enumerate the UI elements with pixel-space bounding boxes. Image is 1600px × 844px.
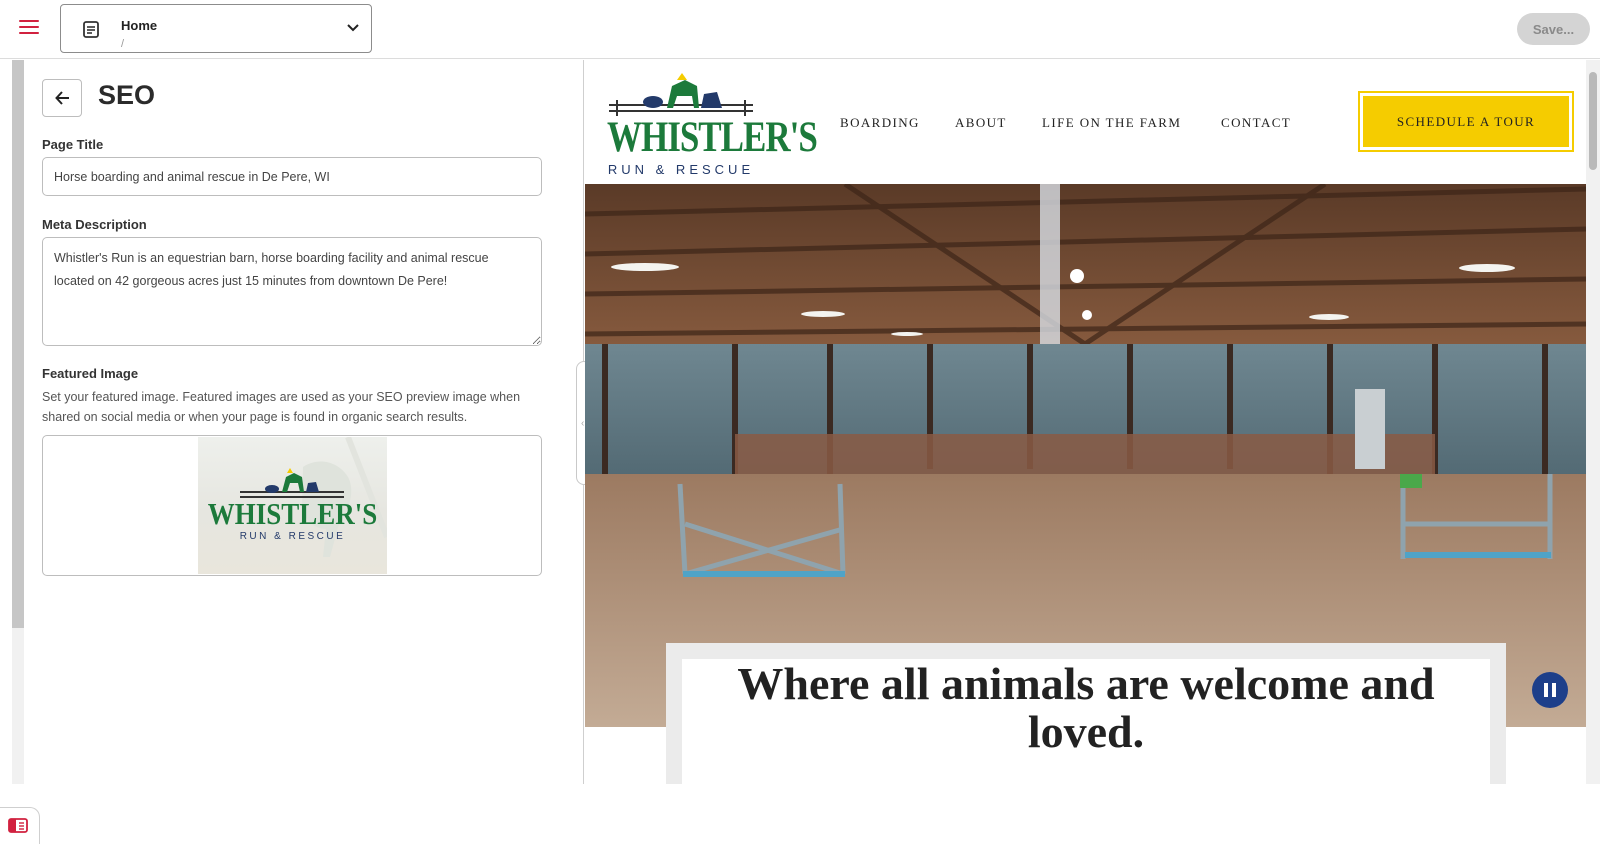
pause-icon — [1544, 683, 1548, 697]
back-button[interactable] — [42, 79, 82, 117]
page-selector-title: Home — [121, 18, 158, 33]
meta-description-label: Meta Description — [42, 217, 147, 232]
page-selector-dropdown[interactable]: Home / — [60, 4, 372, 53]
top-toolbar: Home / Save... — [0, 0, 1600, 59]
hero-headline: Where all animals are welcome and loved. — [737, 658, 1435, 757]
nav-link-boarding[interactable]: BOARDING — [840, 115, 920, 131]
meta-description-textarea[interactable]: Whistler's Run is an equestrian barn, ho… — [42, 237, 542, 346]
site-logo[interactable]: WHISTLER'S RUN & RESCUE — [607, 72, 818, 177]
page-title-input[interactable] — [42, 157, 542, 196]
logo-image: WHISTLER'S RUN & RESCUE — [208, 436, 390, 557]
featured-image-thumbnail: WHISTLER'S RUN & RESCUE — [198, 436, 390, 574]
save-button[interactable]: Save... — [1517, 13, 1590, 45]
panel-scrollbar-thumb[interactable] — [12, 60, 24, 628]
preview-scrollbar-thumb[interactable] — [1589, 72, 1597, 170]
pause-button[interactable] — [1532, 672, 1568, 708]
svg-text:RUN & RESCUE: RUN & RESCUE — [240, 531, 346, 542]
logo-animals-icon — [609, 73, 753, 116]
panel-title: SEO — [98, 80, 156, 110]
logo-subtitle: RUN & RESCUE — [607, 162, 755, 177]
logo-wordmark: WHISTLER'S — [607, 112, 818, 161]
document-icon — [83, 21, 99, 38]
featured-image-label: Featured Image — [42, 366, 139, 381]
sidebar-toggle-button[interactable] — [0, 807, 40, 844]
svg-text:WHISTLER'S: WHISTLER'S — [208, 497, 377, 531]
schedule-tour-button[interactable]: SCHEDULE A TOUR — [1358, 91, 1574, 152]
website-preview: WHISTLER'S RUN & RESCUE BOARDING ABOUT L… — [585, 60, 1600, 784]
chevron-down-icon — [347, 24, 359, 32]
nav-link-about[interactable]: ABOUT — [955, 115, 1007, 131]
featured-image-help-text: Set your featured image. Featured images… — [42, 390, 521, 424]
page-title-label: Page Title — [42, 137, 104, 152]
nav-link-contact[interactable]: CONTACT — [1221, 115, 1291, 131]
page-selector-path: / — [121, 38, 125, 50]
sidebar-toggle-icon — [8, 818, 28, 833]
pause-icon-bar — [1552, 683, 1556, 697]
seo-settings-panel: SEO Page Title Meta Description Whistler… — [0, 60, 592, 844]
featured-image-picker[interactable]: WHISTLER'S RUN & RESCUE — [42, 435, 542, 576]
site-header: WHISTLER'S RUN & RESCUE BOARDING ABOUT L… — [585, 60, 1586, 184]
nav-link-life-on-the-farm[interactable]: LIFE ON THE FARM — [1042, 115, 1181, 131]
hamburger-icon[interactable] — [19, 20, 39, 36]
arrow-left-icon — [55, 91, 69, 105]
